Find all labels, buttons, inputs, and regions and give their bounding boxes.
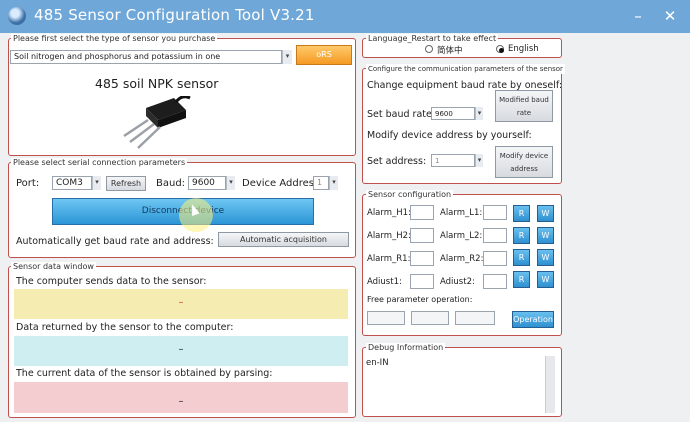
alarm-h2-input[interactable] (410, 228, 434, 243)
alarm-l1-label: Alarm_L1: (440, 208, 483, 218)
language-option-english: English (508, 44, 539, 54)
modify-device-address-button[interactable]: Modify device address (495, 146, 553, 178)
parsed-data-label: The current data of the sensor is obtain… (16, 368, 273, 379)
alarm-h1-input[interactable] (410, 205, 434, 220)
port-label: Port: (16, 178, 40, 189)
alarm-l2-label: Alarm_L2: (440, 231, 483, 241)
language-group-label: Language_Restart to take effect (366, 34, 499, 44)
chevron-down-icon[interactable]: ▾ (92, 176, 101, 190)
set-address-label: Set address: (367, 156, 427, 167)
free-param-input-3[interactable] (455, 311, 495, 325)
adjust1-label: Adiust1: (367, 277, 402, 287)
window-title: 485 Sensor Configuration Tool V3.21 (34, 6, 315, 24)
read-button[interactable]: R (513, 271, 530, 288)
close-button[interactable]: ✕ (658, 6, 682, 26)
sensor-type-group-label: Please first select the type of sensor y… (11, 34, 218, 44)
automatic-acquisition-button[interactable]: Automatic acquisition (218, 232, 349, 247)
baud-select[interactable]: 9600 (188, 176, 226, 190)
radio-chinese[interactable] (425, 45, 433, 53)
radio-english[interactable] (496, 45, 504, 53)
alarm-l1-input[interactable] (483, 205, 507, 220)
operation-button[interactable]: Operation (512, 311, 554, 328)
debug-scrollbar[interactable] (545, 356, 555, 413)
alarm-l2-input[interactable] (483, 228, 507, 243)
read-button[interactable]: R (513, 227, 530, 244)
parsed-data-display: – (14, 382, 348, 413)
baud-label: Baud: (156, 178, 186, 189)
send-data-display: – (14, 289, 348, 319)
device-address-label: Device Address: (242, 178, 323, 189)
app-icon (8, 7, 26, 25)
comm-params-group-label: Configure the communication parameters o… (366, 64, 565, 74)
serial-group-label: Please select serial connection paramete… (11, 158, 188, 168)
adjust2-input[interactable] (483, 274, 507, 289)
alarm-r1-input[interactable] (410, 251, 434, 266)
set-baud-select[interactable]: 9600 (431, 107, 475, 120)
chevron-down-icon[interactable]: ▾ (329, 176, 338, 190)
read-button[interactable]: R (513, 205, 530, 222)
alarm-h1-label: Alarm_H1: (367, 208, 411, 218)
write-button[interactable]: W (537, 205, 554, 222)
debug-group (362, 347, 562, 417)
write-button[interactable]: W (537, 249, 554, 266)
set-baud-label: Set baud rate: (367, 109, 436, 120)
chevron-down-icon[interactable]: ▾ (475, 154, 483, 167)
alarm-r2-label: Alarm_R2: (440, 254, 484, 264)
return-data-display: – (14, 336, 348, 366)
sensor-data-group-label: Sensor data window (11, 262, 96, 272)
address-heading: Modify device address by yourself: (367, 130, 532, 141)
free-param-input-2[interactable] (411, 311, 449, 325)
alarm-r1-label: Alarm_R1: (367, 254, 411, 264)
adjust2-label: Adiust2: (440, 277, 475, 287)
chevron-down-icon[interactable]: ▾ (282, 50, 292, 64)
sensor-type-confirm-button[interactable]: oRS (296, 45, 352, 65)
auto-acquire-label: Automatically get baud rate and address: (16, 236, 214, 247)
sensor-type-select[interactable]: Soil nitrogen and phosphorus and potassi… (10, 50, 282, 64)
debug-output: en-IN (366, 358, 389, 368)
adjust1-input[interactable] (410, 274, 434, 289)
refresh-button[interactable]: Refresh (106, 176, 146, 191)
modified-baud-rate-button[interactable]: Modified baud rate (495, 90, 553, 122)
alarm-r2-input[interactable] (483, 251, 507, 266)
alarm-h2-label: Alarm_H2: (367, 231, 411, 241)
debug-group-label: Debug Information (366, 343, 446, 353)
send-data-label: The computer sends data to the sensor: (16, 276, 207, 287)
return-data-label: Data returned by the sensor to the compu… (16, 322, 234, 333)
port-select[interactable]: COM3 (52, 176, 92, 190)
sensor-config-group-label: Sensor configuration (366, 190, 454, 200)
minimize-button[interactable]: – (626, 6, 650, 26)
chevron-down-icon[interactable]: ▾ (226, 176, 235, 190)
npk-probe-icon (112, 95, 192, 152)
write-button[interactable]: W (537, 227, 554, 244)
language-option-chinese: 简体中 (437, 46, 463, 56)
set-address-select[interactable]: 1 (431, 154, 475, 167)
device-address-select[interactable]: 1 (313, 176, 329, 190)
read-button[interactable]: R (513, 249, 530, 266)
free-param-input-1[interactable] (367, 311, 405, 325)
write-button[interactable]: W (537, 271, 554, 288)
sensor-name: 485 soil NPK sensor (95, 76, 219, 91)
chevron-down-icon[interactable]: ▾ (475, 107, 483, 120)
free-parameter-label: Free parameter operation: (367, 295, 473, 304)
